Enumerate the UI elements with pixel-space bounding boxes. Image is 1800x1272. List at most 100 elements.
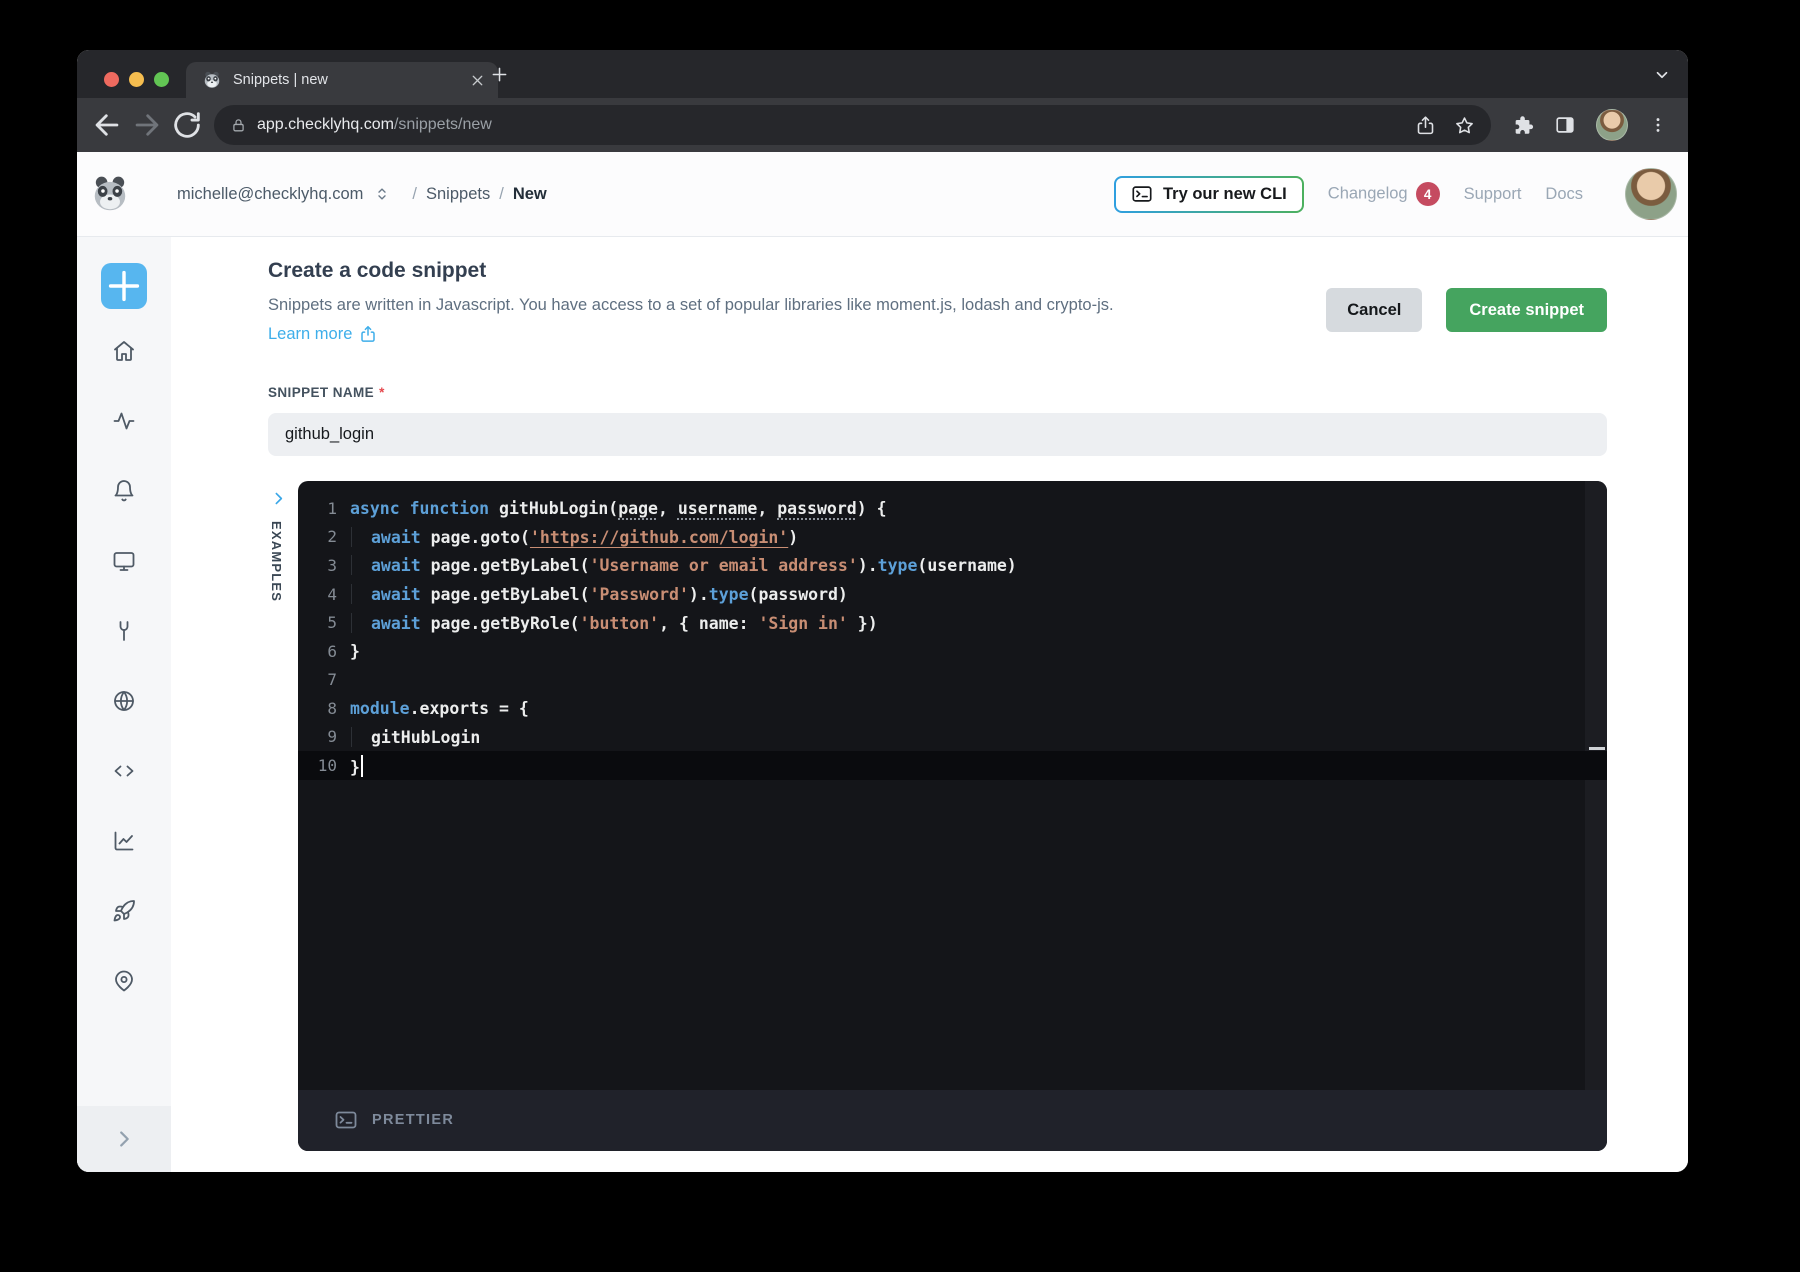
lock-icon[interactable]	[230, 117, 247, 134]
code-line: 4await page.getByLabel('Password').type(…	[298, 580, 1607, 609]
code-editor: 1async function gitHubLogin(page, userna…	[298, 481, 1607, 1151]
sidebar-item-quickstart[interactable]	[112, 899, 136, 923]
code-line: 3await page.getByLabel('Username or emai…	[298, 551, 1607, 580]
code-area[interactable]: 1async function gitHubLogin(page, userna…	[298, 481, 1607, 1090]
prettier-label: PRETTIER	[372, 1112, 454, 1128]
sidebar-item-snippets[interactable]	[112, 759, 136, 783]
required-asterisk: *	[379, 385, 385, 400]
browser-tab[interactable]: Snippets | new	[186, 62, 498, 98]
line-number: 9	[298, 727, 337, 746]
expand-sidebar-icon[interactable]	[113, 1128, 135, 1150]
breadcrumb-separator: /	[412, 185, 417, 204]
url-text: app.checklyhq.com/snippets/new	[257, 116, 1397, 134]
back-icon[interactable]	[90, 108, 124, 142]
sidebar-footer	[77, 1106, 171, 1172]
url-bar[interactable]: app.checklyhq.com/snippets/new	[214, 105, 1491, 145]
sidebar-item-activity[interactable]	[112, 409, 136, 433]
code-line: 1async function gitHubLogin(page, userna…	[298, 494, 1607, 523]
account-switcher[interactable]: michelle@checklyhq.com	[177, 185, 363, 204]
share-icon[interactable]	[1415, 115, 1436, 136]
snippet-name-label: SNIPPET NAME*	[268, 385, 1607, 400]
tab-title: Snippets | new	[233, 72, 458, 88]
browser-window: Snippets | new app.checklyhq.com/snippet…	[77, 50, 1688, 1172]
main-content: Create a code snippet Snippets are writt…	[171, 237, 1688, 1172]
page-title: Create a code snippet	[268, 237, 1607, 283]
tab-strip: Snippets | new	[77, 50, 1688, 98]
minimize-window-button[interactable]	[129, 72, 144, 87]
url-host: app.checklyhq.com	[257, 116, 394, 133]
zoom-window-button[interactable]	[154, 72, 169, 87]
examples-label: EXAMPLES	[269, 521, 284, 602]
learn-more-link[interactable]: Learn more	[268, 325, 377, 344]
menu-dots-icon[interactable]	[1648, 115, 1668, 135]
sidebar-item-dashboards[interactable]	[112, 829, 136, 853]
terminal-icon	[1131, 183, 1153, 205]
external-link-icon	[359, 325, 377, 343]
try-cli-label: Try our new CLI	[1163, 185, 1287, 204]
learn-more-label: Learn more	[268, 325, 352, 344]
side-panel-icon[interactable]	[1554, 114, 1576, 136]
sidebar	[77, 237, 171, 1172]
prettier-terminal-icon	[334, 1108, 358, 1132]
line-number: 8	[298, 699, 337, 718]
try-cli-button[interactable]: Try our new CLI	[1114, 176, 1304, 213]
create-new-button[interactable]	[101, 263, 147, 309]
examples-tab[interactable]: EXAMPLES	[268, 481, 298, 1151]
line-number: 5	[298, 613, 337, 632]
sidebar-item-maintenance[interactable]	[112, 619, 136, 643]
code-line: 10}	[298, 751, 1607, 780]
code-lines: 1async function gitHubLogin(page, userna…	[298, 481, 1607, 780]
code-line: 2await page.goto('https://github.com/log…	[298, 523, 1607, 552]
browser-toolbar: app.checklyhq.com/snippets/new	[77, 98, 1688, 152]
sidebar-item-monitors[interactable]	[112, 549, 136, 573]
form-actions: Cancel Create snippet	[1326, 288, 1607, 332]
sidebar-item-alerts[interactable]	[112, 479, 136, 503]
forward-icon[interactable]	[130, 108, 164, 142]
line-number: 6	[298, 642, 337, 661]
extensions-puzzle-icon[interactable]	[1512, 114, 1534, 136]
line-number: 7	[298, 670, 337, 689]
header-actions: Try our new CLI Changelog4 Support Docs	[1114, 168, 1677, 220]
cancel-button[interactable]: Cancel	[1326, 288, 1422, 332]
code-line: 7	[298, 665, 1607, 694]
account-chevron-icon[interactable]	[373, 184, 391, 204]
browser-profile-avatar[interactable]	[1596, 109, 1628, 141]
code-line: 9gitHubLogin	[298, 723, 1607, 752]
new-tab-icon[interactable]	[489, 64, 510, 85]
line-number: 3	[298, 556, 337, 575]
sidebar-nav	[112, 339, 136, 993]
reload-icon[interactable]	[170, 108, 204, 142]
sidebar-item-locations[interactable]	[112, 969, 136, 993]
code-line: 8module.exports = {	[298, 694, 1607, 723]
line-number: 1	[298, 499, 337, 518]
app-header: michelle@checklyhq.com / Snippets / New …	[77, 152, 1688, 237]
breadcrumb-snippets[interactable]: Snippets	[426, 185, 490, 204]
code-line: 5await page.getByRole('button', { name: …	[298, 608, 1607, 637]
snippet-name-input[interactable]	[268, 413, 1607, 456]
url-path: /snippets/new	[394, 116, 492, 133]
window-controls	[104, 72, 169, 87]
close-window-button[interactable]	[104, 72, 119, 87]
bookmark-star-icon[interactable]	[1454, 115, 1475, 136]
editor-footer: PRETTIER	[298, 1090, 1607, 1151]
examples-chevron-icon[interactable]	[270, 490, 287, 507]
sidebar-item-private-locations[interactable]	[112, 689, 136, 713]
sidebar-item-home[interactable]	[112, 339, 136, 363]
line-number: 2	[298, 527, 337, 546]
checkly-favicon	[202, 70, 222, 90]
line-number: 10	[298, 756, 337, 775]
breadcrumb-separator: /	[499, 185, 504, 204]
checkly-logo[interactable]	[89, 173, 131, 215]
code-line: 6}	[298, 637, 1607, 666]
tab-close-icon[interactable]	[469, 72, 486, 89]
changelog-link[interactable]: Changelog4	[1328, 182, 1440, 206]
changelog-badge: 4	[1416, 182, 1440, 206]
breadcrumb-new: New	[513, 185, 547, 204]
chevron-down-icon[interactable]	[1653, 66, 1671, 84]
docs-link[interactable]: Docs	[1545, 185, 1583, 204]
line-number: 4	[298, 585, 337, 604]
user-avatar[interactable]	[1625, 168, 1677, 220]
editor-section: EXAMPLES 1async function gitHubLogin(pag…	[268, 481, 1607, 1151]
support-link[interactable]: Support	[1464, 185, 1522, 204]
create-snippet-button[interactable]: Create snippet	[1446, 288, 1607, 332]
